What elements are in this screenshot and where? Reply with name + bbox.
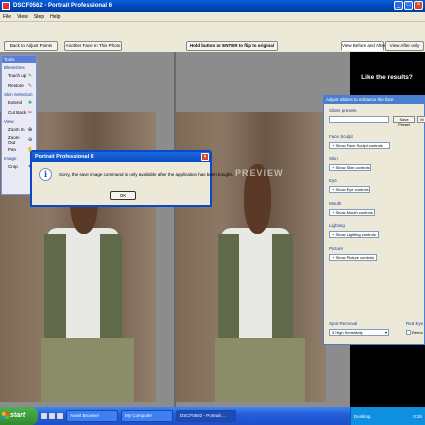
red-eye-label: Red Eye [406, 321, 424, 326]
remove-red-eye-checkbox[interactable]: Remo [406, 330, 423, 335]
zoom-in-icon: ⊕ [27, 126, 33, 133]
window-titlebar[interactable]: DSCF0562 - Portrait Professional 6 _ □ × [0, 0, 425, 12]
group-skin-selection: Skin Selection [4, 92, 33, 97]
slider-presets-select[interactable] [329, 116, 389, 123]
window-title: DSCF0562 - Portrait Professional 6 [13, 3, 113, 9]
enhance-panel: Adjust sliders to enhance the face Slide… [323, 95, 425, 345]
enhance-header: Adjust sliders to enhance the face [324, 96, 424, 104]
clock: 0:26 [413, 413, 422, 419]
promo-text[interactable]: Like the results? [356, 74, 418, 81]
back-to-adjust-points-button[interactable]: Back to Adjust Points [4, 41, 58, 51]
menu-step[interactable]: Step [34, 14, 44, 20]
tray-desktop-label[interactable]: Desktop [354, 414, 371, 419]
maximize-button[interactable]: □ [404, 1, 413, 10]
cut-back-icon: ✂ [27, 109, 33, 116]
menu-help[interactable]: Help [50, 14, 60, 20]
group-blemishes: Blemishes [4, 65, 25, 70]
windows-logo-icon [2, 412, 9, 419]
slider-presets-label: Slider presets [329, 108, 357, 113]
ok-button[interactable]: OK [110, 191, 136, 200]
section-lighting: Lighting [329, 223, 345, 228]
section-eye: Eye [329, 178, 337, 183]
section-picture: Picture [329, 246, 344, 251]
show-lighting-button[interactable]: + Show Lighting controls [329, 231, 379, 238]
tab-after-only[interactable]: View After only [385, 41, 424, 51]
save-preset-button[interactable]: Save Preset [393, 116, 415, 127]
flip-to-original-button[interactable]: Hold button or ENTER to flip to original [186, 41, 278, 51]
spot-removal-select[interactable]: 3 High Sensitivity ▾ [329, 329, 389, 336]
minimize-button[interactable]: _ [394, 1, 403, 10]
tool-extend[interactable]: Extend ✚ [2, 97, 36, 107]
another-face-button[interactable]: Another Face In This Photo [64, 41, 122, 51]
work-area [0, 52, 350, 407]
task-avant-browser[interactable]: Avant Browser [66, 410, 118, 422]
show-face-sculpt-button[interactable]: + Show Face Sculpt controls [329, 142, 390, 149]
spot-removal-label: Spot Removal [329, 321, 358, 326]
menu-view[interactable]: View [17, 14, 28, 20]
tab-before-after[interactable]: View Before and After [341, 41, 385, 51]
quick-launch-icon[interactable] [49, 413, 55, 419]
dialog-message: Sorry, the save image command is only av… [59, 172, 234, 177]
show-picture-button[interactable]: + Show Picture controls [329, 254, 377, 261]
tool-touch-up[interactable]: Touch up ✎ [2, 70, 36, 80]
taskbar: start Avant Browser My Computer DSCF0562… [0, 407, 425, 425]
start-button[interactable]: start [0, 407, 38, 425]
menu-file[interactable]: File [3, 14, 11, 20]
brush-icon: ✎ [27, 72, 33, 79]
tool-cut-back[interactable]: Cut Back ✂ [2, 107, 36, 117]
group-view: View [4, 119, 14, 124]
show-skin-button[interactable]: + Show Skin controls [329, 164, 371, 171]
info-icon: i [39, 168, 52, 181]
manage-presets-button[interactable]: M [417, 116, 425, 123]
quick-launch-icon[interactable] [57, 413, 63, 419]
brush-icon: ✎ [27, 82, 33, 89]
tool-zoom-out[interactable]: Zoom Out ⊖ [2, 134, 36, 145]
dialog-close-button[interactable]: × [201, 153, 209, 161]
tool-zoom-in[interactable]: Zoom In ⊕ [2, 124, 36, 134]
preview-watermark: PREVIEW [235, 168, 284, 178]
task-portrait-professional[interactable]: DSCF0562 - Portrait ... [176, 410, 236, 422]
system-tray: Desktop 0:26 [350, 407, 425, 425]
menu-bar: File View Step Help [0, 12, 425, 22]
chevron-down-icon: ▾ [384, 330, 387, 335]
tools-header: Tools [2, 56, 36, 63]
section-skin: Skin [329, 156, 338, 161]
message-dialog: Portrait Professional 6 × i Sorry, the s… [30, 150, 233, 207]
close-button[interactable]: × [414, 1, 423, 10]
section-face-sculpt: Face Sculpt [329, 134, 353, 139]
quick-launch-icon[interactable] [41, 413, 47, 419]
toolbar: Back to Adjust Points Another Face In Th… [0, 22, 425, 52]
app-icon [2, 2, 10, 10]
tool-restore[interactable]: Restore ✎ [2, 80, 36, 90]
quick-launch [41, 413, 63, 419]
task-my-computer[interactable]: My Computer [121, 410, 173, 422]
dialog-titlebar[interactable]: Portrait Professional 6 × [32, 152, 210, 162]
show-mouth-button[interactable]: + Show Mouth controls [329, 209, 375, 216]
section-mouth: Mouth [329, 201, 342, 206]
zoom-out-icon: ⊖ [28, 136, 33, 143]
extend-icon: ✚ [27, 99, 33, 106]
dialog-title: Portrait Professional 6 [35, 154, 94, 160]
show-eye-button[interactable]: + Show Eye controls [329, 186, 370, 193]
